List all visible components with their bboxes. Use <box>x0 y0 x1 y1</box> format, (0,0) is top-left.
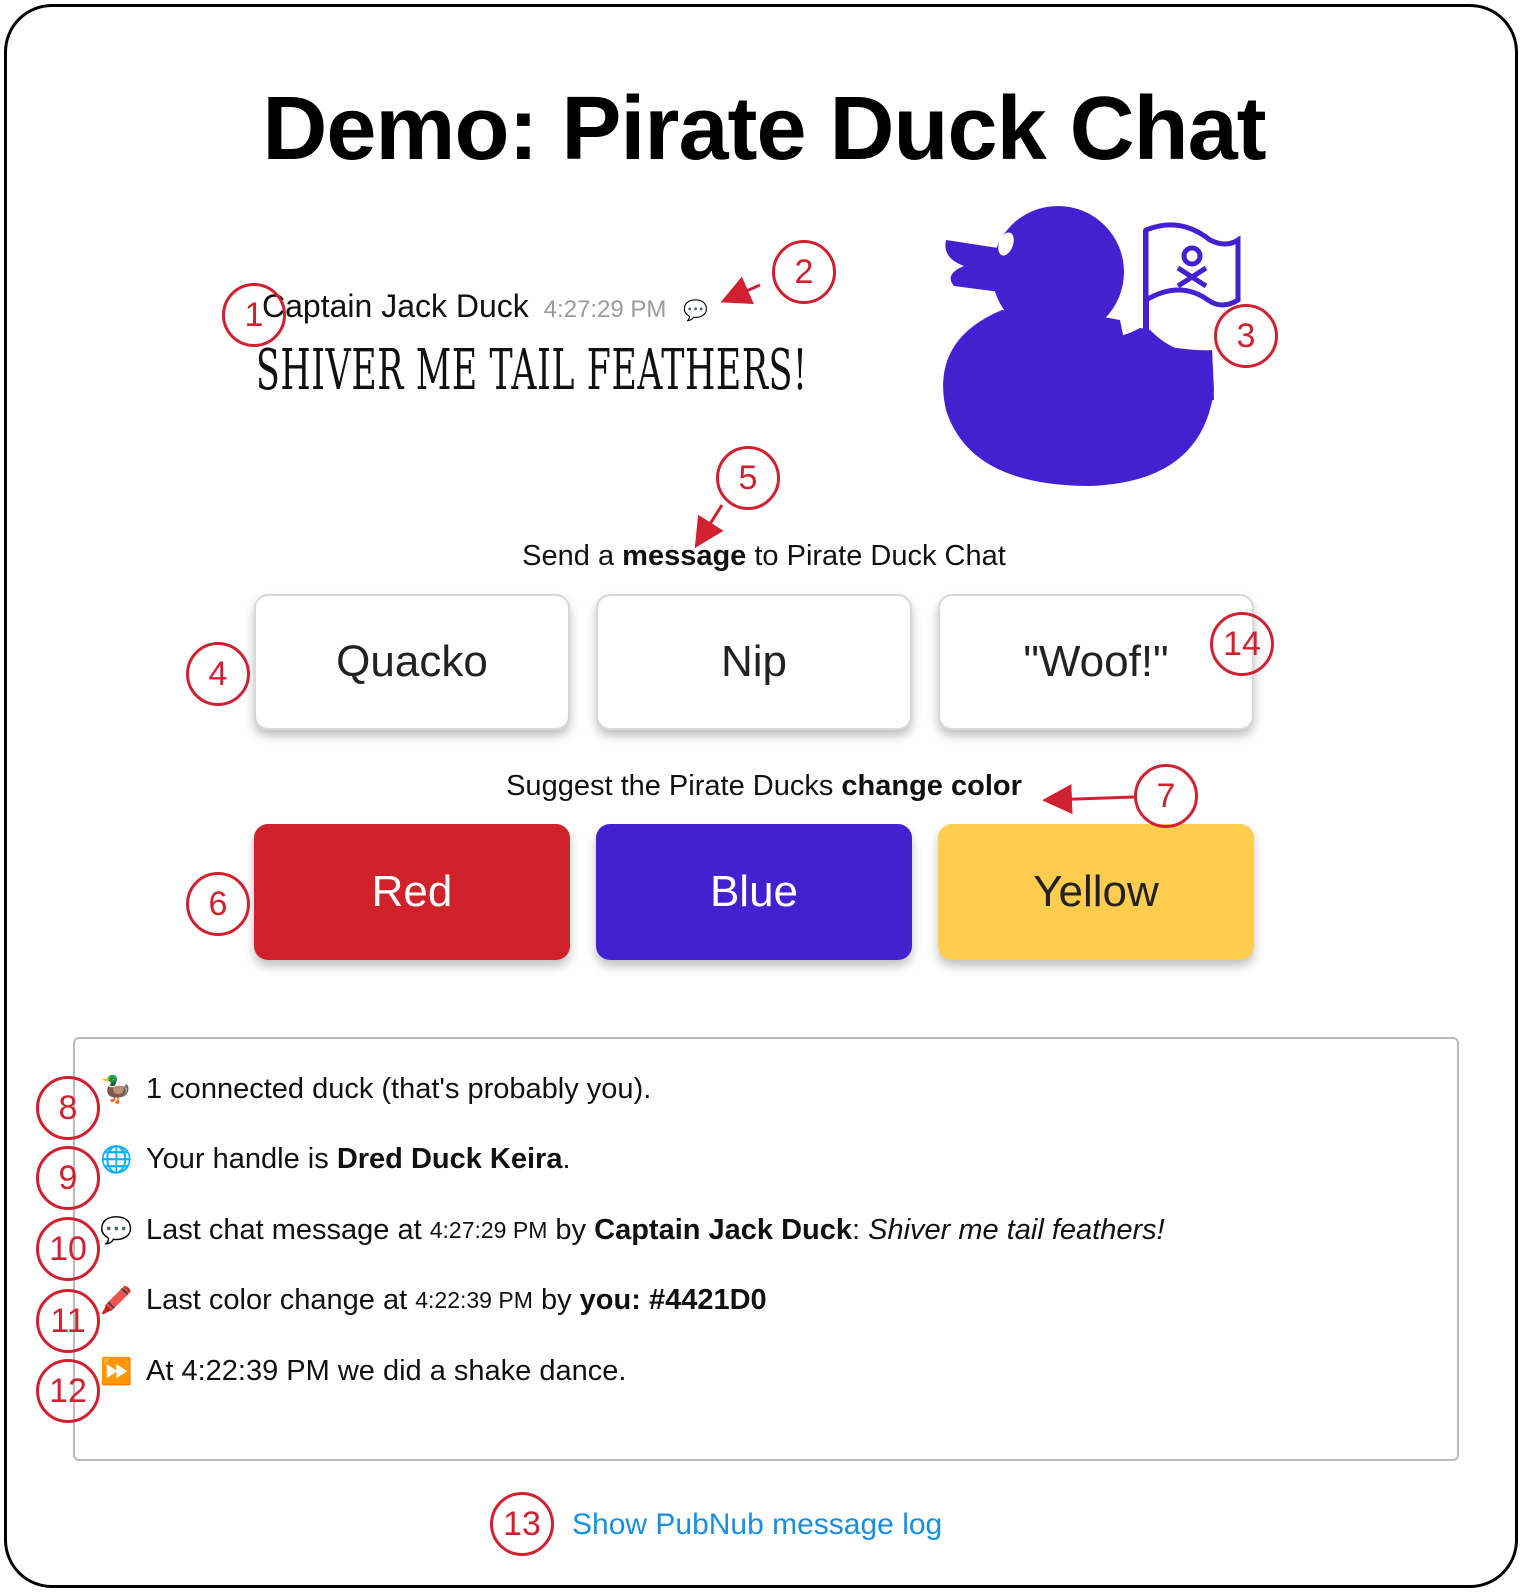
message-prompt-after: to Pirate Duck Chat <box>746 540 1006 572</box>
last-chat-time: 4:27:29 PM <box>429 1217 548 1243</box>
last-chat-colon: : <box>852 1214 861 1246</box>
duck-beak <box>945 240 1000 292</box>
connected-text: 1 connected duck (that's probably you). <box>146 1073 652 1105</box>
handle-status: 🌐 Your handle is Dred Duck Keira. <box>100 1143 571 1176</box>
dance-status: ⏩ At 4:22:39 PM we did a shake dance. <box>100 1355 626 1388</box>
last-chat-text: Shiver me tail feathers! <box>868 1214 1165 1246</box>
yellow-button[interactable]: Yellow <box>938 824 1254 960</box>
message-author: Captain Jack Duck <box>262 288 529 324</box>
message-prompt-bold: message <box>622 540 747 572</box>
red-button[interactable]: Red <box>254 824 570 960</box>
chat-bubble-icon: 💬 <box>683 300 709 322</box>
duck-tail <box>1130 340 1214 410</box>
page-title: Demo: Pirate Duck Chat <box>262 79 1266 179</box>
last-color-by: by <box>540 1284 572 1316</box>
last-color-who: you <box>579 1284 632 1316</box>
handle-before: Your handle is <box>146 1143 329 1175</box>
quacko-button[interactable]: Quacko <box>254 594 570 730</box>
color-prompt: Suggest the Pirate Ducks change color <box>0 770 1528 803</box>
callout-13: 13 <box>490 1492 554 1556</box>
handle-name: Dred Duck Keira <box>336 1143 563 1175</box>
color-prompt-before: Suggest the Pirate Ducks <box>506 770 842 802</box>
woof-button[interactable]: "Woof!" <box>938 594 1254 730</box>
crayon-icon: 🖍️ <box>100 1285 133 1315</box>
duck-body-fill <box>1000 300 1140 420</box>
callout-6: 6 <box>186 872 250 936</box>
duck-emoji-icon: 🦆 <box>100 1074 133 1104</box>
connected-status: 🦆 1 connected duck (that's probably you)… <box>100 1073 651 1106</box>
last-color-before: Last color change at <box>146 1284 408 1316</box>
last-color-value: #4421D0 <box>648 1284 767 1316</box>
message-prompt-before: Send a <box>522 540 623 572</box>
last-color-colon: : <box>631 1284 641 1316</box>
callout-2: 2 <box>772 240 836 304</box>
message-text: Shiver me tail feathers! <box>256 338 808 403</box>
message-prompt: Send a message to Pirate Duck Chat <box>0 540 1528 573</box>
last-color-status: 🖍️ Last color change at 4:22:39 PM by yo… <box>100 1284 767 1317</box>
callout-12: 12 <box>36 1359 100 1423</box>
callout-4: 4 <box>186 642 250 706</box>
callout-5: 5 <box>716 446 780 510</box>
last-color-time: 4:22:39 PM <box>415 1287 533 1313</box>
show-message-log-link[interactable]: Show PubNub message log <box>572 1508 942 1542</box>
last-chat-by: by <box>555 1214 587 1246</box>
fast-forward-icon: ⏩ <box>100 1356 133 1386</box>
callout-10: 10 <box>36 1217 100 1281</box>
callout-7: 7 <box>1134 764 1198 828</box>
callout-8: 8 <box>36 1076 100 1140</box>
callout-14: 14 <box>1210 612 1274 676</box>
dance-text: At 4:22:39 PM we did a shake dance. <box>146 1355 627 1387</box>
message-header: Captain Jack Duck 4:27:29 PM 💬 <box>262 288 708 325</box>
color-prompt-bold: change color <box>841 770 1022 802</box>
message-time: 4:27:29 PM <box>543 296 667 323</box>
speech-bubble-icon: 💬 <box>100 1215 133 1245</box>
last-chat-status: 💬 Last chat message at 4:27:29 PM by Cap… <box>100 1214 1165 1247</box>
last-chat-before: Last chat message at <box>146 1214 422 1246</box>
handle-after: . <box>562 1143 571 1175</box>
globe-icon: 🌐 <box>100 1144 133 1174</box>
blue-button[interactable]: Blue <box>596 824 912 960</box>
callout-11: 11 <box>36 1289 100 1353</box>
last-chat-author: Captain Jack Duck <box>594 1214 853 1246</box>
callout-1: 1 <box>222 283 286 347</box>
pirate-duck-icon <box>943 206 1241 486</box>
nip-button[interactable]: Nip <box>596 594 912 730</box>
callout-9: 9 <box>36 1146 100 1210</box>
callout-3: 3 <box>1214 304 1278 368</box>
